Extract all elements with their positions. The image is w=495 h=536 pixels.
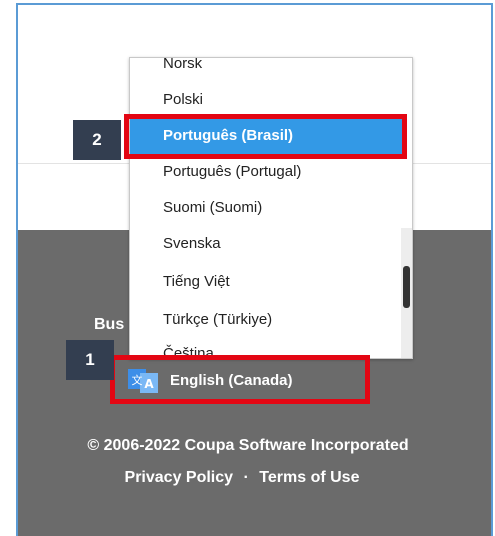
callout-highlight-language-button	[110, 355, 370, 404]
links-separator: ·	[243, 469, 249, 486]
dropdown-scrollbar[interactable]	[401, 228, 412, 358]
language-option[interactable]: Polski	[130, 82, 402, 118]
scrollbar-thumb[interactable]	[403, 266, 410, 308]
callout-badge-step-1: 1	[66, 340, 114, 380]
callout-badge-step-2: 2	[73, 120, 121, 160]
language-option[interactable]: Português (Portugal)	[130, 154, 402, 190]
language-option[interactable]: Tiếng Việt	[130, 264, 402, 300]
privacy-policy-link[interactable]: Privacy Policy	[125, 469, 234, 487]
terms-of-use-link[interactable]: Terms of Use	[259, 469, 359, 487]
language-option[interactable]: Suomi (Suomi)	[130, 190, 402, 226]
footer-truncated-text: Bus	[94, 316, 125, 333]
language-dropdown-list[interactable]: Norsk Polski Português (Brasil) Portuguê…	[129, 57, 413, 359]
language-option[interactable]: Türkçe (Türkiye)	[130, 302, 402, 338]
language-option[interactable]: Norsk	[130, 58, 402, 82]
copyright-text: © 2006-2022 Coupa Software Incorporated	[87, 437, 409, 454]
footer-links: Privacy Policy · Terms of Use	[18, 469, 466, 487]
callout-highlight-selected-option	[124, 114, 407, 159]
language-option[interactable]: Svenska	[130, 226, 402, 262]
